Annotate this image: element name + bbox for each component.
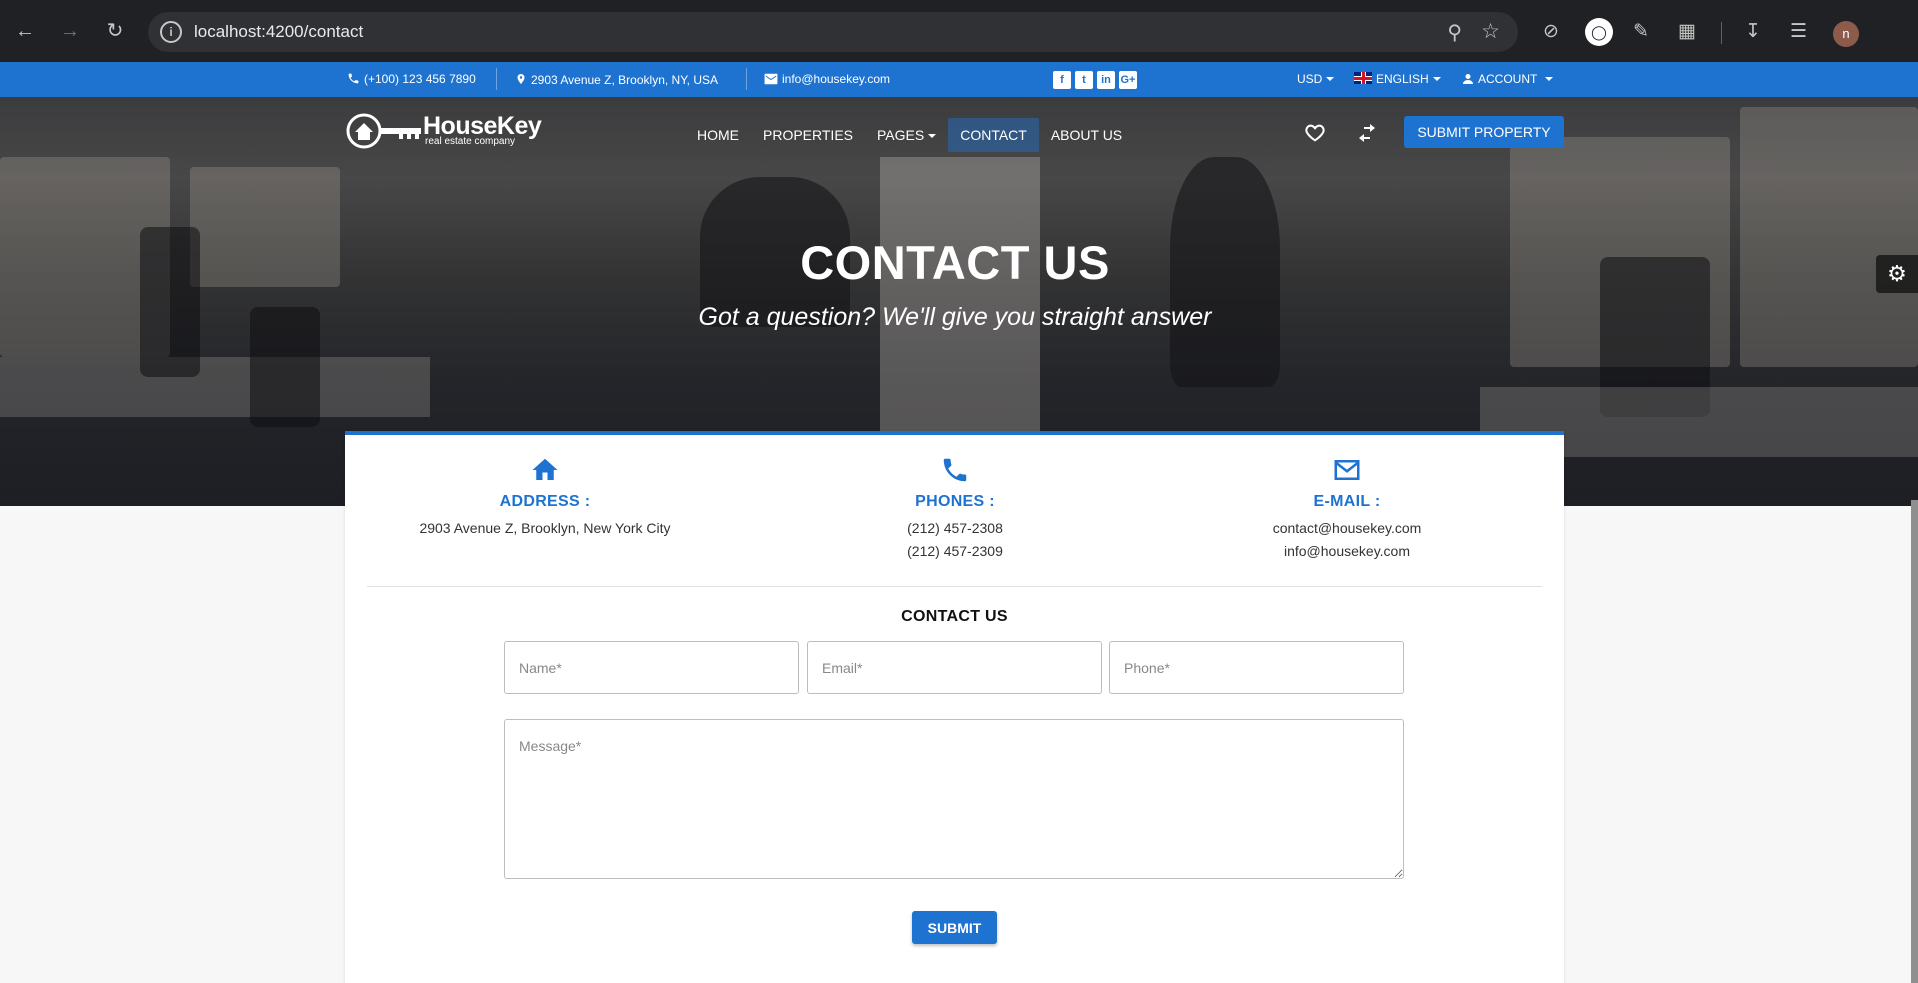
eyedropper-icon[interactable]: ✎	[1633, 20, 1649, 43]
back-icon[interactable]: ←	[12, 18, 38, 44]
email-line-1: contact@housekey.com	[1272, 520, 1422, 536]
hero-background-shape	[0, 357, 430, 417]
home-icon	[365, 455, 725, 491]
page-scrollbar[interactable]	[1911, 500, 1918, 983]
user-icon	[1463, 74, 1473, 84]
phones-info: PHONES : (212) 457-2308 (212) 457-2309	[775, 455, 1135, 559]
phones-label: PHONES :	[915, 493, 995, 510]
email-info: E-MAIL : contact@housekey.com info@house…	[1167, 455, 1527, 559]
contact-card: ADDRESS : 2903 Avenue Z, Brooklyn, New Y…	[345, 431, 1564, 983]
chevron-down-icon	[928, 134, 937, 138]
topbar-address-text: 2903 Avenue Z, Brooklyn, NY, USA	[531, 73, 719, 87]
bookmark-star-icon[interactable]: ☆	[1481, 19, 1500, 44]
chevron-down-icon	[1432, 77, 1441, 81]
email-label: E-MAIL :	[1313, 493, 1381, 510]
site-info-icon[interactable]: i	[160, 21, 182, 43]
page-title: CONTACT US	[800, 236, 1110, 289]
page-subtitle: Got a question? We'll give you straight …	[698, 303, 1212, 331]
twitter-icon[interactable]: t	[1075, 71, 1093, 89]
email-input[interactable]	[807, 641, 1102, 694]
main-navigation: HOME PROPERTIES PAGES CONTACT ABOUT US	[685, 118, 1134, 152]
topbar-separator	[496, 68, 497, 90]
mail-icon	[1167, 455, 1527, 491]
topbar-email-text: info@housekey.com	[782, 72, 891, 86]
account-dropdown[interactable]: ACCOUNT	[1462, 72, 1554, 86]
topbar-separator	[746, 68, 747, 90]
brand-name: HouseKey	[423, 112, 542, 140]
topbar-email[interactable]: info@housekey.com	[764, 72, 890, 86]
zoom-icon[interactable]: ⚲	[1447, 20, 1462, 45]
social-links: f t in G+	[1053, 71, 1137, 89]
favorites-heart-icon[interactable]	[1300, 118, 1330, 148]
toolbar-separator	[1721, 22, 1722, 44]
house-key-logo-icon	[346, 113, 421, 149]
phone-icon	[775, 455, 1135, 491]
nav-contact[interactable]: CONTACT	[948, 118, 1039, 152]
phone-icon	[348, 73, 359, 84]
message-textarea[interactable]	[504, 719, 1404, 879]
media-queue-icon[interactable]: ☰	[1790, 20, 1807, 43]
nav-home[interactable]: HOME	[685, 118, 751, 152]
uk-flag-icon	[1354, 72, 1372, 84]
chevron-down-icon	[1545, 77, 1554, 81]
address-line: 2903 Avenue Z, Brooklyn, New York City	[419, 520, 671, 536]
forward-icon[interactable]: →	[57, 18, 83, 44]
profile-avatar[interactable]: n	[1833, 21, 1859, 47]
topbar-phone-text: (+100) 123 456 7890	[364, 72, 476, 86]
browser-toolbar: ← → ↻ i localhost:4200/contact ⚲ ☆ ⊘ ◯ ✎…	[0, 0, 1918, 62]
address-bar[interactable]: i localhost:4200/contact ⚲ ☆	[148, 12, 1518, 52]
reload-icon[interactable]: ↻	[102, 18, 128, 44]
section-divider	[367, 586, 1542, 587]
phone-line-2: (212) 457-2309	[907, 543, 1003, 559]
location-pin-icon	[517, 74, 525, 84]
download-icon[interactable]: ↧	[1745, 20, 1761, 43]
mail-icon	[764, 73, 778, 85]
brand-logo[interactable]: HouseKey real estate company	[345, 112, 542, 150]
top-info-bar: (+100) 123 456 7890 2903 Avenue Z, Brook…	[0, 62, 1918, 97]
extension-circle-icon[interactable]: ◯	[1585, 18, 1613, 46]
account-label: ACCOUNT	[1478, 72, 1538, 86]
nav-properties[interactable]: PROPERTIES	[751, 118, 865, 152]
name-input[interactable]	[504, 641, 799, 694]
chevron-down-icon	[1326, 77, 1335, 81]
google-plus-icon[interactable]: G+	[1119, 71, 1137, 89]
topbar-phone[interactable]: (+100) 123 456 7890	[347, 72, 476, 86]
nav-pages-label: PAGES	[877, 127, 925, 143]
language-label: ENGLISH	[1376, 72, 1429, 86]
facebook-icon[interactable]: f	[1053, 71, 1071, 89]
compare-arrows-icon[interactable]	[1352, 118, 1382, 148]
extension-blocked-icon[interactable]: ⊘	[1543, 20, 1559, 43]
contact-form-title: CONTACT US	[901, 608, 1008, 625]
topbar-address[interactable]: 2903 Avenue Z, Brooklyn, NY, USA	[515, 72, 718, 87]
submit-property-button[interactable]: SUBMIT PROPERTY	[1404, 116, 1564, 148]
phone-line-1: (212) 457-2308	[907, 520, 1003, 536]
address-label: ADDRESS :	[499, 493, 591, 510]
brand-text: HouseKey real estate company	[423, 112, 542, 147]
submit-button[interactable]: SUBMIT	[912, 911, 997, 944]
address-info: ADDRESS : 2903 Avenue Z, Brooklyn, New Y…	[365, 455, 725, 536]
email-line-2: info@housekey.com	[1283, 543, 1410, 559]
linkedin-icon[interactable]: in	[1097, 71, 1115, 89]
phone-input[interactable]	[1109, 641, 1404, 694]
currency-label: USD	[1297, 72, 1323, 86]
nav-about-us[interactable]: ABOUT US	[1039, 118, 1134, 152]
nav-pages[interactable]: PAGES	[865, 118, 948, 152]
currency-dropdown[interactable]: USD	[1297, 72, 1335, 86]
address-url[interactable]: localhost:4200/contact	[194, 22, 363, 42]
extensions-puzzle-icon[interactable]: ▦	[1678, 20, 1696, 43]
language-dropdown[interactable]: ENGLISH	[1354, 72, 1441, 86]
